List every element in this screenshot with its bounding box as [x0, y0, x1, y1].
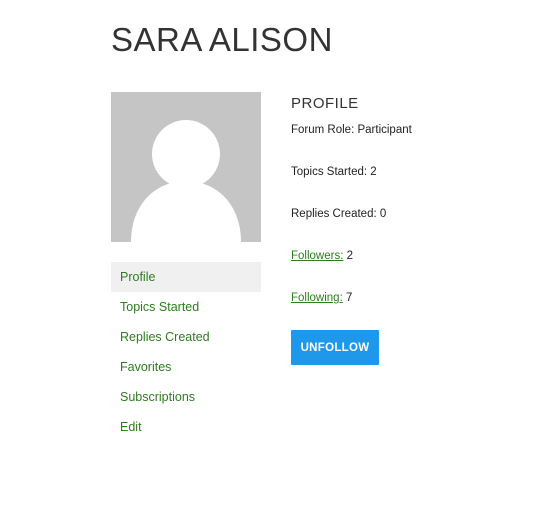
- followers-link[interactable]: Followers:: [291, 250, 343, 262]
- profile-page: SARA ALISON Profile Topics Started Repli…: [0, 0, 538, 516]
- forum-role-label: Forum Role:: [291, 124, 355, 136]
- nav-item-subscriptions[interactable]: Subscriptions: [111, 382, 261, 412]
- profile-nav: Profile Topics Started Replies Created F…: [111, 262, 261, 442]
- following-count: 7: [345, 292, 353, 304]
- followers-count: 2: [346, 250, 354, 262]
- topics-started-value: 2: [370, 166, 377, 178]
- topics-started-stat: Topics Started: 2: [291, 164, 377, 180]
- replies-created-label: Replies Created:: [291, 208, 377, 220]
- profile-section-title: PROFILE: [291, 95, 359, 112]
- replies-created-value: 0: [379, 208, 387, 220]
- forum-role: Forum Role: Participant: [291, 122, 412, 138]
- profile-details: PROFILE Forum Role: Participant Topics S…: [291, 92, 521, 365]
- unfollow-button[interactable]: UNFOLLOW: [291, 330, 379, 365]
- default-user-silhouette-icon: [111, 92, 261, 242]
- following-link[interactable]: Following:: [291, 292, 343, 304]
- nav-item-profile[interactable]: Profile: [111, 262, 261, 292]
- replies-created-stat: Replies Created: 0: [291, 206, 386, 222]
- avatar: [111, 92, 261, 242]
- user-display-name: SARA ALISON: [111, 21, 333, 58]
- followers-stat: Followers: 2: [291, 248, 353, 264]
- nav-item-favorites[interactable]: Favorites: [111, 352, 261, 382]
- forum-role-value: Participant: [357, 124, 412, 136]
- following-stat: Following: 7: [291, 290, 352, 306]
- topics-started-label: Topics Started:: [291, 166, 368, 178]
- nav-item-edit[interactable]: Edit: [111, 412, 261, 442]
- nav-item-topics-started[interactable]: Topics Started: [111, 292, 261, 322]
- nav-item-replies-created[interactable]: Replies Created: [111, 322, 261, 352]
